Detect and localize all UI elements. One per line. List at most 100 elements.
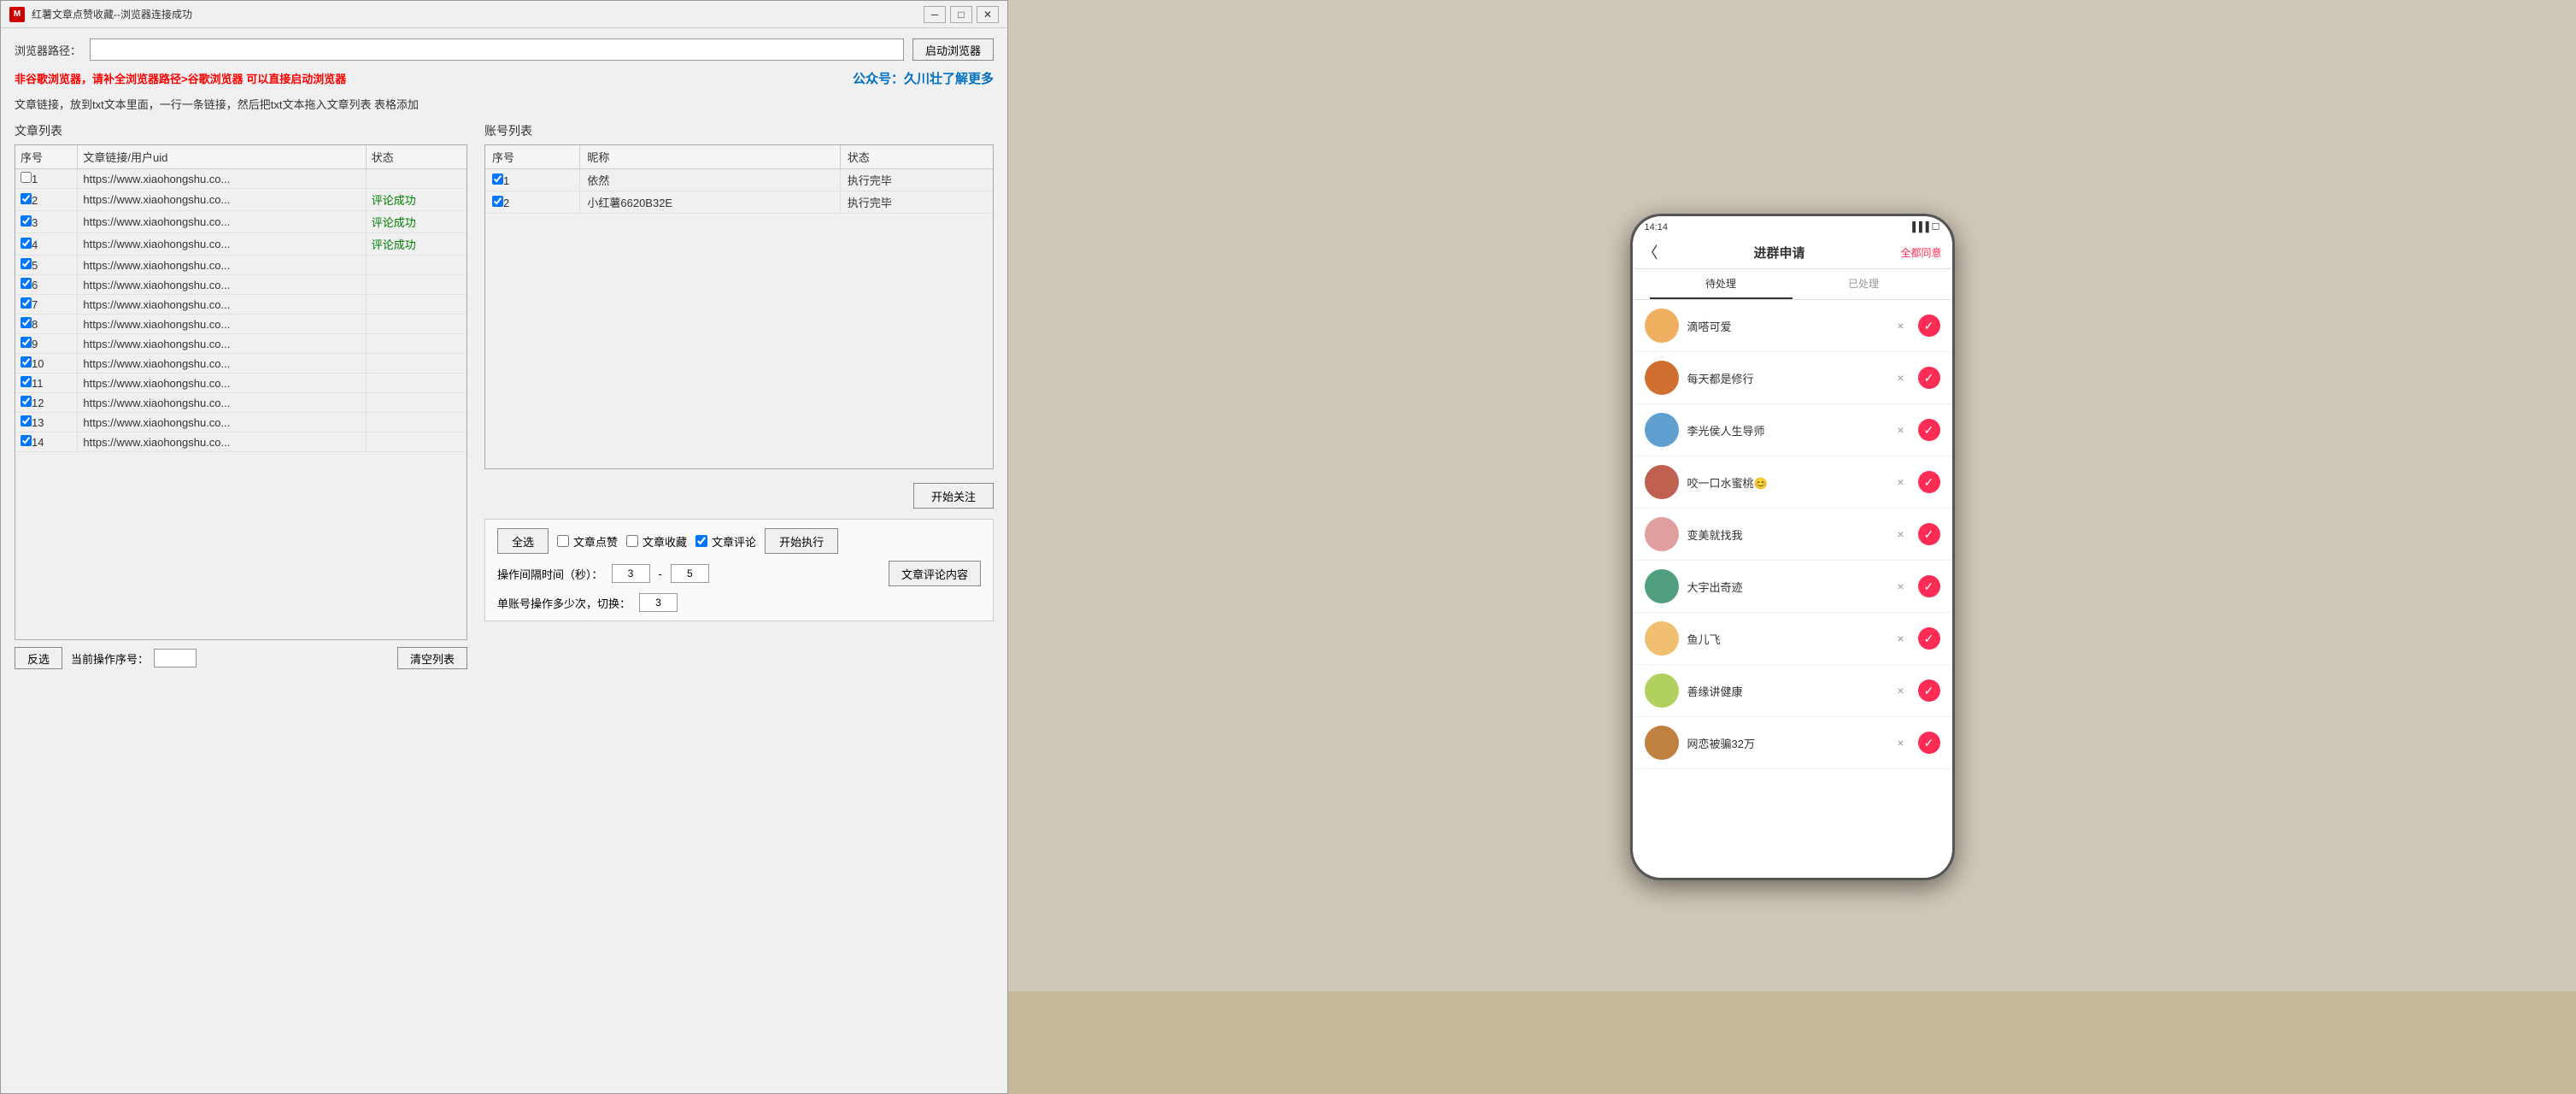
article-row-url: https://www.xiaohongshu.co... <box>78 413 366 432</box>
phone-item-approve-button[interactable]: ✓ <box>1918 315 1940 337</box>
phone-item-close-icon[interactable]: × <box>1897 423 1904 437</box>
phone-item-approve-button[interactable]: ✓ <box>1918 679 1940 702</box>
current-op-input[interactable] <box>154 649 197 668</box>
phone-item-close-icon[interactable]: × <box>1897 475 1904 489</box>
phone-item-approve-button[interactable]: ✓ <box>1918 471 1940 493</box>
phone-list-item: 滴嗒可爱×✓ <box>1633 300 1952 352</box>
article-row-checkbox[interactable] <box>21 238 32 249</box>
interval-max-input[interactable] <box>671 564 709 583</box>
article-comment-checkbox[interactable] <box>695 535 707 547</box>
article-table-row: 11https://www.xiaohongshu.co... <box>15 373 466 393</box>
phone-item-name: 善缘讲健康 <box>1687 683 1889 699</box>
close-button[interactable]: ✕ <box>977 6 999 23</box>
phone-item-close-icon[interactable]: × <box>1897 319 1904 332</box>
article-table-row: 14https://www.xiaohongshu.co... <box>15 432 466 452</box>
account-row-nickname: 依然 <box>580 169 840 191</box>
article-row-checkbox[interactable] <box>21 376 32 387</box>
article-row-checkbox[interactable] <box>21 396 32 407</box>
article-row-id: 9 <box>15 334 78 354</box>
article-col-status: 状态 <box>366 145 466 169</box>
phone-item-close-icon[interactable]: × <box>1897 371 1904 385</box>
browser-path-input[interactable] <box>90 38 904 61</box>
account-row-checkbox[interactable] <box>492 174 503 185</box>
reverse-select-button[interactable]: 反选 <box>15 647 62 669</box>
article-like-checkbox[interactable] <box>557 535 569 547</box>
phone-tab-processed[interactable]: 已处理 <box>1793 269 1935 299</box>
phone-avatar <box>1645 569 1679 603</box>
account-row-checkbox[interactable] <box>492 196 503 207</box>
article-row-status <box>366 373 466 393</box>
article-row-checkbox[interactable] <box>21 258 32 269</box>
switch-value-input[interactable] <box>639 593 678 612</box>
maximize-button[interactable]: □ <box>950 6 972 23</box>
phone-item-approve-button[interactable]: ✓ <box>1918 523 1940 545</box>
phone-item-approve-button[interactable]: ✓ <box>1918 575 1940 597</box>
control-row-1: 全选 文章点赞 文章收藏 文章评论 开始执行 <box>497 528 981 554</box>
article-row-id: 1 <box>15 169 78 189</box>
article-row-id: 6 <box>15 275 78 295</box>
article-row-checkbox[interactable] <box>21 172 32 183</box>
select-all-button[interactable]: 全选 <box>497 528 549 554</box>
article-row-url: https://www.xiaohongshu.co... <box>78 393 366 413</box>
article-comment-label: 文章评论 <box>712 533 756 550</box>
article-like-group: 文章点赞 <box>557 533 618 550</box>
phone-back-icon[interactable]: 〈 <box>1643 241 1658 263</box>
article-table-row: 12https://www.xiaohongshu.co... <box>15 393 466 413</box>
clear-list-button[interactable]: 清空列表 <box>397 647 467 669</box>
account-row-nickname: 小红薯6620B32E <box>580 191 840 214</box>
article-row-checkbox[interactable] <box>21 193 32 204</box>
article-row-url: https://www.xiaohongshu.co... <box>78 354 366 373</box>
phone-item-name: 鱼儿飞 <box>1687 631 1889 647</box>
phone-list-item: 大宇出奇迹×✓ <box>1633 561 1952 613</box>
article-row-status <box>366 256 466 275</box>
phone-item-approve-button[interactable]: ✓ <box>1918 627 1940 650</box>
article-row-checkbox[interactable] <box>21 356 32 368</box>
article-row-id: 4 <box>15 233 78 256</box>
article-row-checkbox[interactable] <box>21 215 32 226</box>
interval-label: 操作间隔时间（秒）： <box>497 566 603 582</box>
phone-list-item: 网恋被骗32万×✓ <box>1633 717 1952 769</box>
start-execute-button[interactable]: 开始执行 <box>765 528 838 554</box>
article-row-id: 12 <box>15 393 78 413</box>
article-row-checkbox[interactable] <box>21 317 32 328</box>
account-col-status: 状态 <box>840 145 993 169</box>
start-follow-button[interactable]: 开始关注 <box>913 483 994 509</box>
account-table: 序号 昵称 状态 1依然执行完毕2小红薯6620B32E执行完毕 <box>485 145 993 214</box>
article-row-checkbox[interactable] <box>21 297 32 309</box>
article-row-checkbox[interactable] <box>21 415 32 426</box>
article-row-checkbox[interactable] <box>21 435 32 446</box>
phone-tab-pending[interactable]: 待处理 <box>1650 269 1793 299</box>
article-row-id: 11 <box>15 373 78 393</box>
account-table-row: 2小红薯6620B32E执行完毕 <box>485 191 993 214</box>
phone-item-close-icon[interactable]: × <box>1897 736 1904 750</box>
account-row-id: 1 <box>485 169 580 191</box>
phone-item-approve-button[interactable]: ✓ <box>1918 367 1940 389</box>
phone-agree-all-button[interactable]: 全都同意 <box>1900 245 1941 260</box>
article-row-status <box>366 393 466 413</box>
minimize-button[interactable]: ─ <box>924 6 946 23</box>
start-browser-button[interactable]: 启动浏览器 <box>912 38 994 61</box>
article-row-id: 13 <box>15 413 78 432</box>
phone-item-approve-button[interactable]: ✓ <box>1918 732 1940 754</box>
phone-item-close-icon[interactable]: × <box>1897 527 1904 541</box>
phone-item-name: 每天都是修行 <box>1687 370 1889 386</box>
article-row-checkbox[interactable] <box>21 337 32 348</box>
phone-item-close-icon[interactable]: × <box>1897 632 1904 645</box>
article-row-status <box>366 413 466 432</box>
phone-list-item: 每天都是修行 × ✓ <box>1633 352 1952 404</box>
comment-content-button[interactable]: 文章评论内容 <box>889 561 981 586</box>
control-row-2: 操作间隔时间（秒）： - 文章评论内容 <box>497 561 981 586</box>
phone-avatar <box>1645 621 1679 656</box>
article-row-url: https://www.xiaohongshu.co... <box>78 275 366 295</box>
account-panel: 账号列表 序号 昵称 状态 1依然执行完毕2小红薯6620B32E执行完毕 <box>484 122 994 669</box>
article-collect-label: 文章收藏 <box>643 533 687 550</box>
interval-min-input[interactable] <box>612 564 650 583</box>
article-row-checkbox[interactable] <box>21 278 32 289</box>
article-collect-checkbox[interactable] <box>626 535 638 547</box>
phone-item-close-icon[interactable]: × <box>1897 684 1904 697</box>
article-comment-group: 文章评论 <box>695 533 756 550</box>
phone-item-close-icon[interactable]: × <box>1897 579 1904 593</box>
article-table-row: 4https://www.xiaohongshu.co...评论成功 <box>15 233 466 256</box>
phone-photo-area: 14:14 ▐▐▐ ☐ 〈 进群申请 全都同意 待处理 已处理 滴嗒可爱×✓每天… <box>1008 0 2576 1094</box>
phone-item-approve-button[interactable]: ✓ <box>1918 419 1940 441</box>
